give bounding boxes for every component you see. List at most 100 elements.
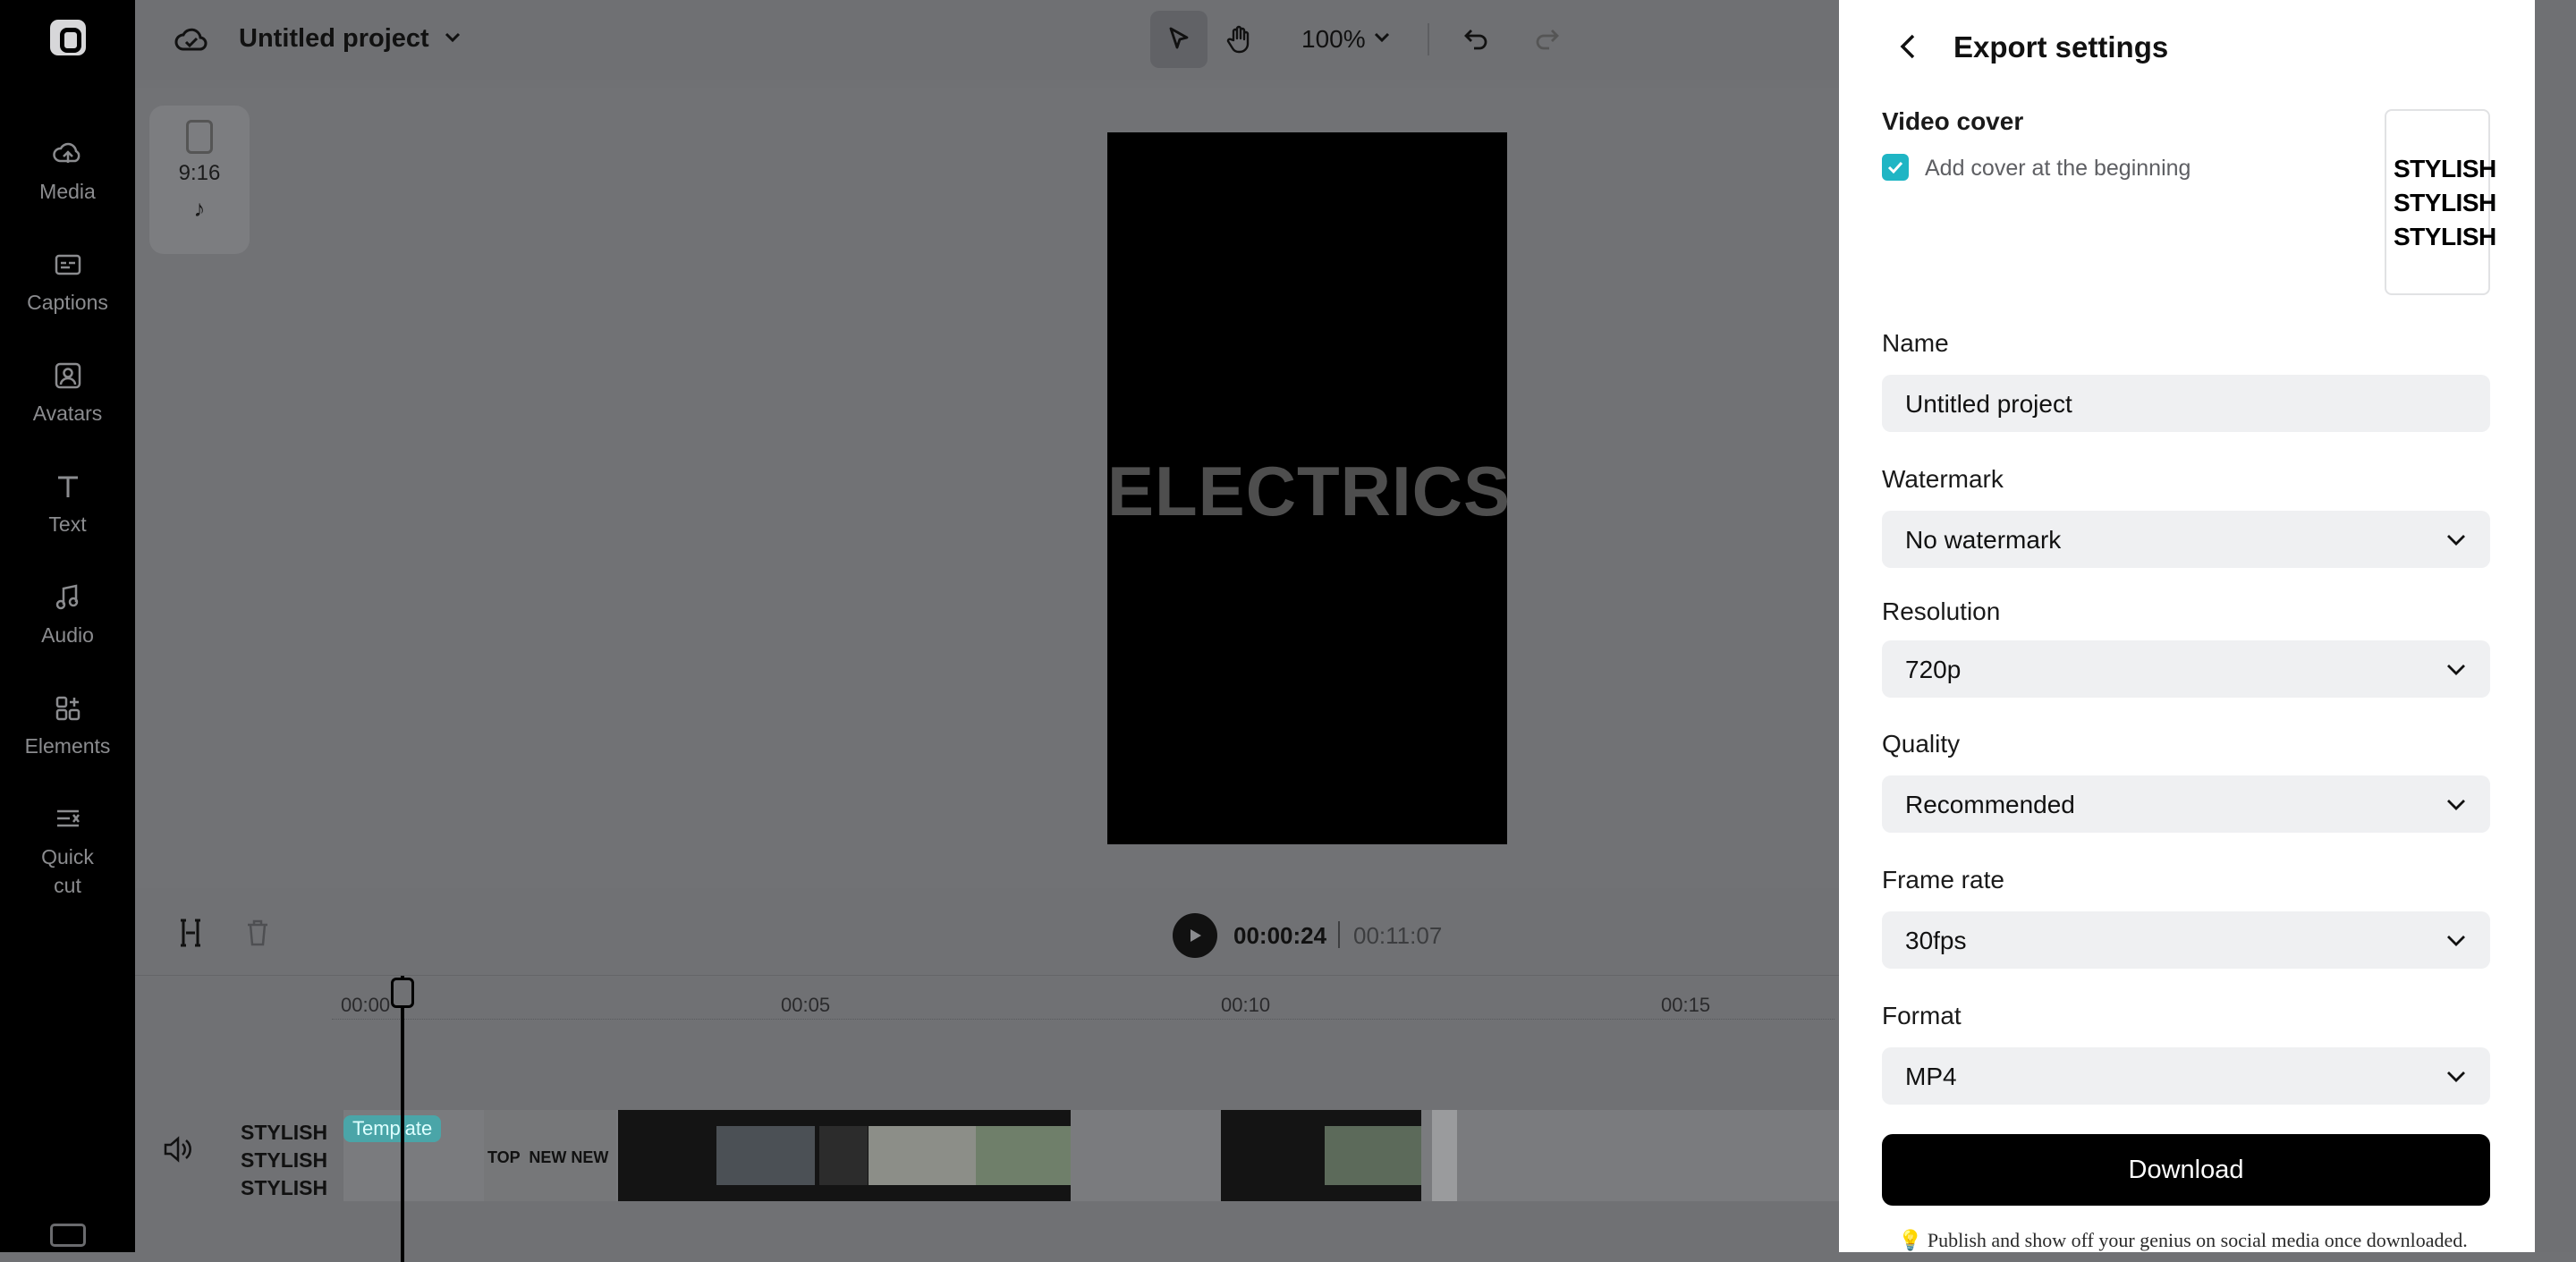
frame-rate-value: 30fps [1905,927,1967,954]
ruler-tick: 00:15 [1661,994,1711,1016]
chevron-down-icon [2447,800,2465,810]
add-cover-label[interactable]: Add cover at the beginning [1925,156,2190,182]
sidebar-item-captions[interactable]: Captions [0,249,135,317]
cover-preview-thumbnail[interactable]: STYLISH STYLISH STYLISH [2385,109,2496,295]
resolution-label: Resolution [1882,597,2001,625]
playhead[interactable] [401,976,404,1262]
play-icon [1191,929,1201,942]
captions-icon [55,254,80,275]
quality-value: Recommended [1905,791,2075,818]
toolbar-divider [1428,23,1429,55]
keyboard-icon[interactable] [50,1224,86,1247]
quick-cut-icon [56,809,80,827]
aspect-ratio-card[interactable]: 9:16 ♪ [149,106,250,254]
clip-thumbnail [716,1126,815,1185]
sidebar-item-audio[interactable]: Audio [0,581,135,649]
timeline-clip[interactable] [1221,1110,1421,1201]
play-button[interactable] [1173,913,1217,958]
cover-clip-line: STYLISH [241,1176,328,1199]
back-arrow-icon[interactable] [1896,32,1921,61]
left-sidebar: Media Captions Avatars Text Audio Elemen… [0,0,135,1252]
ruler-tick: 00:05 [781,994,831,1016]
chevron-down-icon [2447,1071,2465,1082]
media-cloud-icon [52,142,80,163]
timeline-clip[interactable] [618,1110,1071,1201]
music-note-icon [55,584,78,610]
avatar-icon [55,362,80,389]
elements-grid-icon [55,696,80,721]
hand-tool-button[interactable] [1211,11,1268,68]
quality-select[interactable]: Recommended [1882,775,2490,833]
watermark-label: Watermark [1882,465,2004,493]
text-icon [57,476,78,497]
sidebar-item-label: Text [48,512,87,536]
resolution-select[interactable]: 720p [1882,640,2490,698]
clip-thumbnail [869,1126,976,1185]
sidebar-item-label: Audio [41,623,94,647]
cover-clip[interactable]: STYLISH STYLISH STYLISH [241,1110,328,1201]
time-divider [1338,921,1340,948]
template-badge: Template [343,1115,442,1142]
panel-title: Export settings [1953,30,2169,64]
select-tool-button[interactable] [1150,11,1208,68]
phone-portrait-icon [186,120,213,154]
sidebar-item-media[interactable]: Media [0,138,135,206]
quality-label: Quality [1882,730,1961,758]
clip-thumbnail [976,1126,1071,1185]
volume-icon[interactable] [162,1135,194,1164]
sidebar-item-avatars[interactable]: Avatars [0,360,135,428]
timeline: 00:00 00:05 00:10 00:15 STYLISH STYLISH … [135,975,1839,1262]
current-time: 00:00:24 [1233,922,1327,949]
sidebar-item-quick-cut[interactable]: Quick cut [0,803,135,900]
download-tip: 💡 Publish and show off your genius on so… [1898,1229,2468,1251]
split-icon[interactable] [177,918,204,948]
zoom-level[interactable]: 100% [1301,25,1366,54]
video-preview[interactable]: ELECTRICS [1107,132,1510,844]
resolution-value: 720p [1905,656,1962,683]
name-field[interactable]: Untitled project [1882,375,2490,432]
trash-icon[interactable] [244,918,271,948]
name-value: Untitled project [1905,390,2072,418]
project-title[interactable]: Untitled project [239,24,429,54]
format-label: Format [1882,1002,1962,1029]
cursor-arrow-icon [1169,27,1189,49]
sidebar-item-label: Avatars [32,402,103,425]
chevron-down-icon [2447,535,2465,546]
aspect-ratio-label: 9:16 [178,161,221,185]
cover-preview-line: STYLISH [2394,189,2496,216]
chevron-down-icon[interactable] [1372,27,1392,47]
timeline-clip[interactable] [1432,1110,1457,1201]
watermark-value: No watermark [1905,526,2062,554]
cover-clip-line: STYLISH [241,1148,328,1172]
sidebar-item-text[interactable]: Text [0,470,135,538]
hand-icon [1226,25,1250,54]
total-time: 00:11:07 [1353,922,1443,949]
export-settings-panel: Export settings Video cover Add cover at… [1839,0,2535,1252]
right-sidebar-overlay [2535,0,2576,1252]
timeline-clip[interactable] [1083,1110,1137,1201]
cloud-save-icon[interactable] [174,25,208,54]
playback-bar: 00:00:24 00:11:07 [135,894,1839,973]
sidebar-item-label: Media [39,180,96,203]
redo-icon[interactable] [1530,21,1563,54]
add-cover-checkbox[interactable] [1882,154,1909,181]
sidebar-item-elements[interactable]: Elements [0,692,135,760]
format-value: MP4 [1905,1063,1957,1090]
frame-rate-select[interactable]: 30fps [1882,911,2490,969]
cover-preview-line: STYLISH [2394,223,2496,250]
timeline-clip[interactable]: TOP NEW NEW [484,1110,616,1201]
clip-thumbnail [819,1126,868,1185]
undo-icon[interactable] [1461,21,1493,54]
sidebar-item-label: Quick cut [41,845,94,897]
cover-clip-line: STYLISH [241,1121,328,1144]
timeline-ruler [332,1019,1835,1026]
chevron-down-icon [2447,665,2465,675]
ruler-tick: 00:10 [1221,994,1271,1016]
chevron-down-icon[interactable] [443,27,462,47]
format-select[interactable]: MP4 [1882,1047,2490,1105]
download-button[interactable]: Download [1882,1134,2490,1206]
watermark-select[interactable]: No watermark [1882,511,2490,568]
frame-rate-label: Frame rate [1882,866,2004,894]
app-logo[interactable] [50,20,86,55]
playhead-handle[interactable] [391,978,414,1008]
